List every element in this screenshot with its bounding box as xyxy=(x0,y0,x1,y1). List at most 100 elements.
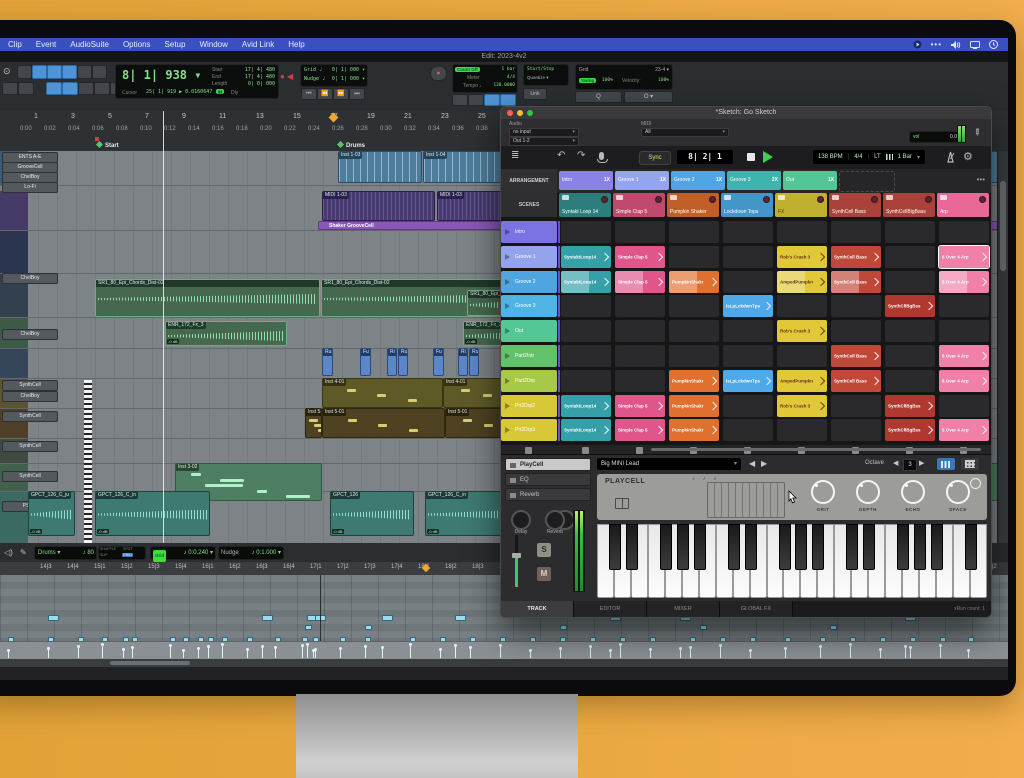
grid-clip-cell[interactable]: SyntaktLoop14 xyxy=(561,419,611,441)
undo-icon[interactable]: ↶ xyxy=(557,150,565,161)
knob-depth[interactable] xyxy=(856,480,880,504)
velocity-stem[interactable] xyxy=(302,646,303,658)
edit-tool-button[interactable] xyxy=(47,65,62,79)
velocity-stem[interactable] xyxy=(455,646,456,658)
edit-mode-button[interactable] xyxy=(94,82,110,95)
grid-track-header[interactable]: Lockdown Tops xyxy=(721,193,773,217)
clip-pmidi[interactable]: MIDI 1-03 xyxy=(322,191,435,221)
display-icon[interactable] xyxy=(970,41,980,49)
grid-clip-cell[interactable]: AmpedPumpkn xyxy=(777,370,827,392)
arrangement-block-groove-3[interactable]: Groove 32X xyxy=(727,171,781,190)
midi-note[interactable] xyxy=(382,615,393,621)
velocity-stem[interactable] xyxy=(410,645,411,658)
grid-clip-cell[interactable]: Simple Clap 5 xyxy=(615,395,665,417)
clip-bsmall[interactable]: Ri xyxy=(387,348,397,376)
keyboard-view-button[interactable] xyxy=(937,458,955,470)
grid-clip-cell[interactable]: PumpkinShakr xyxy=(669,395,719,417)
track-name-label[interactable]: Lo-Fi xyxy=(2,182,58,193)
editor-grid-display[interactable]: Grid♪ 0:0.240 ▾ xyxy=(150,546,216,560)
transport-mini-button[interactable] xyxy=(452,94,468,106)
velocity-stem[interactable] xyxy=(8,651,9,658)
velocity-stem[interactable] xyxy=(440,650,441,658)
arrangement-block-out[interactable]: Out1X xyxy=(783,171,837,190)
scene-button-prt2drp2[interactable]: Prt2Drp2 xyxy=(501,395,557,417)
velocity-stem[interactable] xyxy=(275,648,276,658)
grid-clip-cell[interactable]: SynthCell Bass xyxy=(831,370,881,392)
grid-empty-cell[interactable] xyxy=(885,370,935,392)
velocity-stem[interactable] xyxy=(262,647,263,658)
knob-echo[interactable] xyxy=(901,480,925,504)
sync-button[interactable]: Sync xyxy=(639,151,671,165)
gear-icon[interactable]: ⚙ xyxy=(963,150,973,163)
fx-tab-reverb[interactable]: Reverb xyxy=(505,488,591,501)
velocity-stem[interactable] xyxy=(78,647,79,658)
grid-clip-cell[interactable]: SynthCllBgBss xyxy=(885,419,935,441)
start-value[interactable]: 17| 4| 480 xyxy=(245,67,275,73)
grid-empty-cell[interactable] xyxy=(885,246,935,268)
loop-length-value[interactable]: 1 Bar xyxy=(898,154,912,160)
bpm-value[interactable]: 138 BPM xyxy=(818,154,843,160)
track-name-label[interactable]: ChelBoy xyxy=(2,329,58,340)
arrangement-overflow-icon[interactable]: ••• xyxy=(977,175,985,184)
grid-empty-cell[interactable] xyxy=(723,271,773,293)
knob-grit[interactable] xyxy=(811,480,835,504)
grid-clip-cell[interactable]: SyntaktLoop14 xyxy=(561,271,611,293)
midi-editor-hscrollbar[interactable] xyxy=(0,659,1008,667)
editor-track-selector[interactable]: Drums ▾♪ 80 xyxy=(34,546,97,560)
track-stop-button[interactable] xyxy=(582,447,589,454)
grid-empty-cell[interactable] xyxy=(723,419,773,441)
velocity-stem[interactable] xyxy=(940,646,941,658)
piano-key-black[interactable] xyxy=(931,524,943,570)
clip-drum[interactable]: Inst 1-03 xyxy=(338,151,422,183)
velocity-stem[interactable] xyxy=(785,649,786,658)
velocity-stem[interactable] xyxy=(690,648,691,658)
menu-item-audiosuite[interactable]: AudioSuite xyxy=(70,40,109,49)
velocity-stem[interactable] xyxy=(307,645,308,658)
mode-shuffle[interactable]: SHUFFLE xyxy=(99,547,117,551)
octave-value[interactable]: 3 xyxy=(903,459,917,471)
scene-button-groove-1[interactable]: Groove 1 xyxy=(501,246,557,268)
edit-tool-button[interactable] xyxy=(32,65,47,79)
scene-button-groove-3[interactable]: Groove 3 xyxy=(501,295,557,317)
grid-empty-cell[interactable] xyxy=(831,320,881,342)
record-button[interactable]: ● xyxy=(430,66,447,81)
grid-clip-cell[interactable]: Rob's Crash 3 xyxy=(777,246,827,268)
mute-button[interactable]: M xyxy=(537,567,551,581)
menu-item-window[interactable]: Window xyxy=(199,40,227,49)
menu-item-event[interactable]: Event xyxy=(36,40,56,49)
grid-empty-cell[interactable] xyxy=(561,320,611,342)
sketch-tab-mixer[interactable]: MIXER xyxy=(647,601,720,617)
velocity-stem[interactable] xyxy=(123,650,124,658)
grid-empty-cell[interactable] xyxy=(561,370,611,392)
sketch-titlebar[interactable]: *Sketch: Go Sketch xyxy=(501,107,991,119)
velocity-stem[interactable] xyxy=(650,650,651,658)
grid-empty-cell[interactable] xyxy=(885,320,935,342)
grid-clip-cell[interactable]: SynthCllBgBss xyxy=(885,295,935,317)
piano-key-black[interactable] xyxy=(728,524,740,570)
grid-clip-cell[interactable]: 5 Over 4 Arp xyxy=(939,271,989,293)
clip-olive[interactable]: Inst 4-01 xyxy=(322,378,443,408)
velocity-stem[interactable] xyxy=(500,646,501,658)
transport-mini-button[interactable] xyxy=(468,94,484,106)
edit-mode-button[interactable] xyxy=(46,82,62,95)
grid-empty-cell[interactable] xyxy=(939,320,989,342)
piano-key-black[interactable] xyxy=(795,524,807,570)
menu-item-options[interactable]: Options xyxy=(123,40,151,49)
grid-empty-cell[interactable] xyxy=(831,295,881,317)
transport-skip-button[interactable]: ⏭ xyxy=(349,88,365,100)
speaker-icon[interactable]: ◁) xyxy=(4,548,13,557)
arrangement-block-groove-1[interactable]: Groove 11X xyxy=(615,171,669,190)
scene-button-out[interactable]: Out xyxy=(501,320,557,342)
velocity-stem[interactable] xyxy=(132,648,133,658)
velocity-stem[interactable] xyxy=(905,647,906,658)
midi-note[interactable] xyxy=(262,615,273,621)
piano-key-black[interactable] xyxy=(609,524,621,570)
velocity-stem[interactable] xyxy=(560,649,561,658)
grid-empty-cell[interactable] xyxy=(615,345,665,367)
transport-mini-button[interactable] xyxy=(484,94,500,106)
menu-item-clip[interactable]: Clip xyxy=(8,40,22,49)
timeline-marker-start[interactable]: Start xyxy=(97,142,119,149)
grid-empty-cell[interactable] xyxy=(885,221,935,243)
mic-icon[interactable] xyxy=(599,152,604,160)
velocity-stem[interactable] xyxy=(620,645,621,658)
